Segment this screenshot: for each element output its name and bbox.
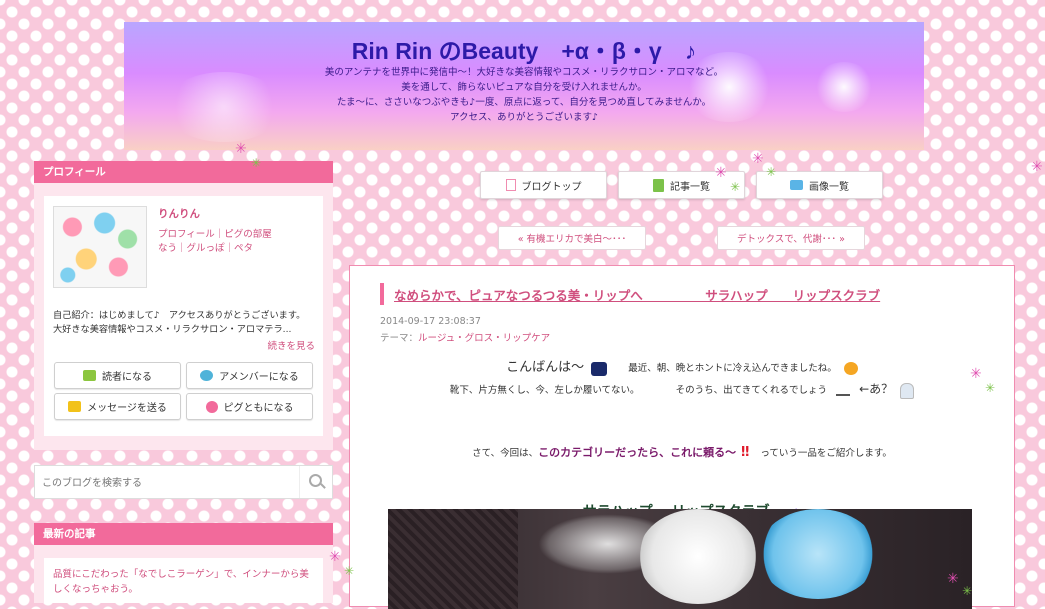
book-icon [83,370,96,381]
face-emoji-icon [836,386,851,396]
body-emphasis: このカテゴリーだったら、これに頼る〜 [538,446,737,459]
profile-name-text[interactable]: りんりん [158,208,200,220]
search-button[interactable] [299,466,332,498]
article-title[interactable]: なめらかで、ピュアなつるつる美・リップへ サラハップ リップスクラブ [394,285,880,304]
list-icon [653,178,664,192]
article-line-1: こんばんは〜 最近、朝、晩とホントに冷え込んできましたね。 [350,356,1014,376]
sparkle-decoration: ✳ [344,564,355,578]
sparkle-decoration: ✳ [970,366,982,382]
camera-icon [790,180,803,190]
body-text: 最近、朝、晩とホントに冷え込んできましたね。 [628,363,837,374]
theme-link[interactable]: ルージュ・グロス・リップケア [418,333,550,344]
theme-label: テーマ： [380,333,419,344]
search-input[interactable] [35,466,304,500]
body-text: っていう一品をご紹介します。 [760,448,892,459]
recent-articles-panel: 最新の記事 品質にこだわった「なでしこラーゲン」で、インナーから美しくなっちゃお… [34,523,333,603]
sparkle-decoration: ✳ [947,571,959,587]
profile-avatar[interactable] [53,206,147,288]
cold-face-emoji-icon [843,362,858,375]
blog-description-line: たま〜に、ささいなつぶやきも♪一度、原点に返って、自分を見つめ直してみませんか。 [336,97,712,108]
profile-links-row1[interactable]: プロフィール｜ピグの部屋 [158,226,272,240]
pig-friend-button[interactable]: ピグともになる [186,393,313,420]
become-reader-button[interactable]: 読者になる [54,362,181,389]
sparkle-decoration: ✳ [730,180,741,194]
nav-blog-top-button[interactable]: ブログトップ [480,171,607,199]
article-date: 2014-09-17 23:08:37 [380,316,481,327]
button-label: 読者になる [102,372,152,383]
sparkle-decoration: ✳ [715,165,727,181]
button-label: ピグともになる [223,403,294,414]
recent-article-link[interactable]: 品質にこだわった「なでしこラーゲン」で、インナーから美しくなっちゃおう。 [53,567,315,597]
double-exclamation-icon: ‼ [741,445,750,460]
body-text: ←あ？ [859,382,894,396]
nav-label: ブログトップ [521,181,582,193]
envelope-icon [68,401,82,412]
sparkle-decoration: ✳ [235,141,247,157]
title-accent-bar [380,283,384,305]
greeting-text: こんばんは〜 [506,360,585,375]
search-icon-handle [320,483,326,489]
blog-header-banner[interactable]: Rin Rin のBeauty +α・β・γ ♪ 美のアンテナを世界中に発信中〜… [124,22,924,150]
profile-heading: プロフィール [34,161,333,183]
profile-more-link[interactable]: 続きを見る [267,338,315,352]
send-message-button[interactable]: メッセージを送る [54,393,181,420]
sparkle-decoration: ✳ [766,165,777,179]
sparkle-decoration: ✳ [752,151,764,167]
profile-intro: 自己紹介：はじめまして♪ アクセスありがとうございます。 大好きな美容情報やコス… [53,310,306,335]
sparkle-decoration: ✳ [251,156,262,170]
nav-label: 画像一覧 [809,181,849,193]
article-product-image[interactable] [388,509,972,609]
blog-description-line: 美を通して、飾らないピュアな自分を受け入れませんか。 [401,82,647,93]
sparkle-decoration: ✳ [329,549,341,565]
sparkle-decoration: ✳ [985,381,996,395]
pig-icon [205,400,218,413]
blog-title[interactable]: Rin Rin のBeauty +α・β・γ ♪ [124,32,924,66]
nav-label: 記事一覧 [670,181,710,193]
blog-description-line: 美のアンテナを世界中に発信中〜！大好きな美容情報やコスメ・リラクサロン・アロマな… [324,67,724,78]
prev-article-link[interactable]: « 有機エリカで美白〜･･･ [498,226,646,250]
recent-articles-heading: 最新の記事 [34,523,333,545]
body-text: さて、今回は、 [472,448,539,459]
profile-name[interactable]: りんりん [158,206,200,221]
button-label: アメンバーになる [219,372,299,383]
article-container: なめらかで、ピュアなつるつる美・リップへ サラハップ リップスクラブ 2014-… [349,265,1015,609]
body-text: そのうち、出てきてくれるでしょう [675,385,828,396]
recent-articles-body: 品質にこだわった「なでしこラーゲン」で、インナーから美しくなっちゃおう。 [44,558,323,603]
article-line-2: 靴下、片方無くし、今、左しか履いてない。 そのうち、出てきてくれるでしょう ←あ… [350,380,1014,399]
profile-links-row2[interactable]: なう｜グルっぽ｜ペタ [158,240,253,254]
chat-bubble-icon [200,370,214,381]
ghost-emoji-icon [900,382,915,399]
next-article-link[interactable]: デトックスで、代謝･･･ » [717,226,865,250]
blog-description-line: アクセス、ありがとうございます♪ [449,112,599,123]
document-icon [505,179,516,191]
become-amember-button[interactable]: アメンバーになる [186,362,313,389]
profile-panel: プロフィール りんりん プロフィール｜ピグの部屋 なう｜グルっぽ｜ペタ 自己紹介… [34,161,333,450]
button-label: メッセージを送る [87,403,167,414]
sparkle-decoration: ✳ [1031,159,1043,175]
article-theme-row: テーマ：ルージュ・グロス・リップケア [380,330,550,344]
body-text: 靴下、片方無くし、今、左しか履いてない。 [449,385,640,396]
night-emoji-icon [591,361,608,376]
blog-search-box[interactable] [34,465,333,500]
article-line-3: さて、今回は、このカテゴリーだったら、これに頼る〜 ‼ っていう一品をご紹介しま… [350,444,1014,460]
